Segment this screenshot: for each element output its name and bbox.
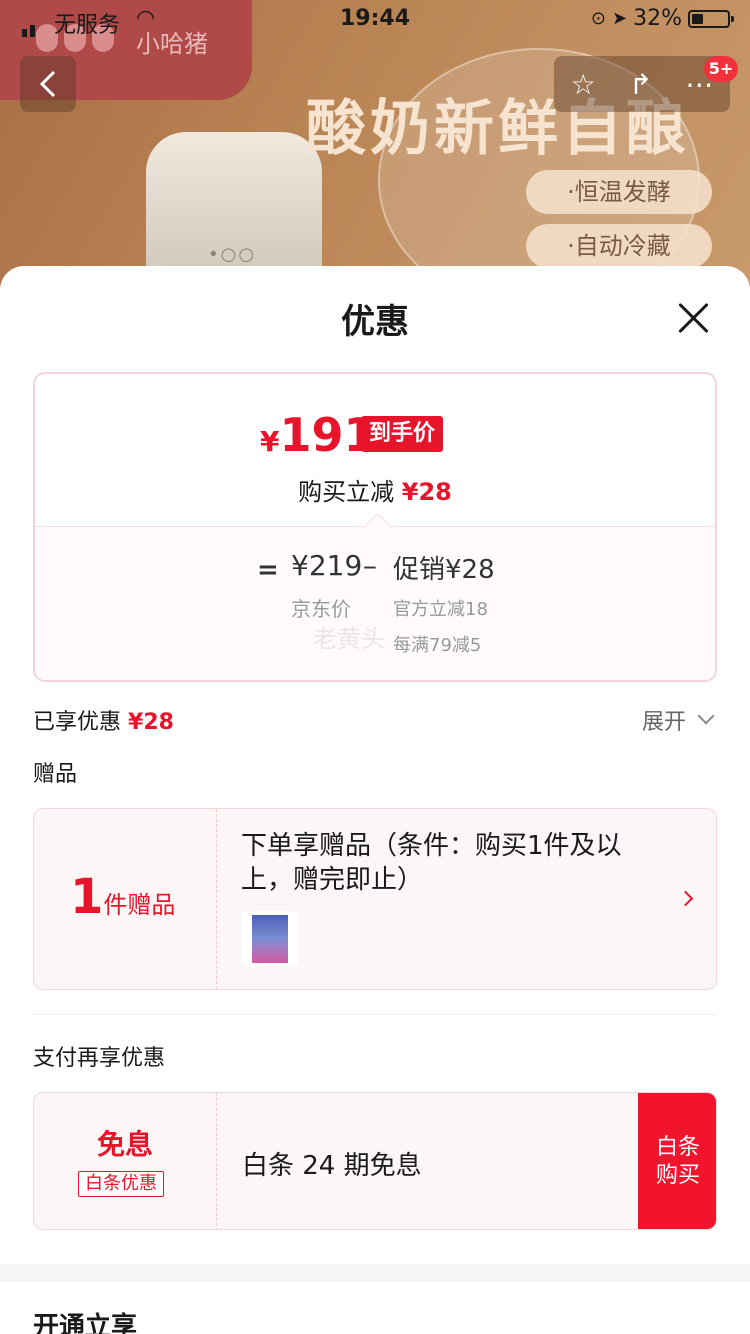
gift-count-unit: 件赠品 — [103, 891, 176, 919]
feature-pill: ·恒温发酵 — [526, 170, 712, 214]
payment-badge-panel: 免息 白条优惠 — [34, 1093, 217, 1229]
baitiao-tag: 白条优惠 — [78, 1171, 164, 1197]
sheet-title: 优惠 — [341, 302, 409, 342]
baitiao-buy-label: 白条 购买 — [655, 1135, 700, 1188]
feature-pill: ·自动冷藏 — [526, 224, 712, 268]
watermark: 老黄头 — [313, 625, 385, 653]
location-icon: ➤ — [612, 8, 628, 29]
final-price: ¥191 — [260, 408, 376, 462]
interest-free-label: 免息 — [96, 1128, 153, 1161]
baitiao-buy-button[interactable]: 白条 购买 — [638, 1093, 716, 1229]
reduce-label: 购买立减 — [298, 478, 395, 506]
enjoyed-discount: 已享优惠 ¥28 — [33, 704, 174, 736]
price-formula-section: = ¥219 – 促销¥28 京东价 官方立减18 每满79减5 老黄头 — [35, 526, 715, 680]
product-banner: 小哈猪 •○○ 酸奶新鲜自酿 ·恒温发酵 ·自动冷藏 — [0, 0, 750, 300]
gift-heading: 赠品 — [33, 762, 78, 787]
promo-amount: 促销¥28 — [393, 555, 495, 585]
close-icon[interactable] — [676, 300, 712, 336]
equals-sign: = — [257, 555, 279, 585]
expand-button[interactable]: 展开 — [642, 704, 686, 736]
jd-price: ¥219 — [291, 549, 363, 582]
jd-price-label: 京东价 — [291, 597, 351, 621]
status-right: ⊙ ➤ 32% — [590, 6, 734, 31]
gift-product-image[interactable] — [242, 911, 298, 967]
reduce-amount: ¥28 — [401, 478, 452, 506]
promo-detail: 官方立减18 — [393, 599, 488, 620]
orientation-lock-icon: ⊙ — [590, 8, 606, 29]
enjoyed-label: 已享优惠 — [33, 710, 122, 735]
final-price-tag: 到手价 — [361, 416, 444, 452]
final-price-section: ¥191 到手价 购买立减 ¥28 — [35, 374, 715, 526]
favorite-star-icon[interactable]: ☆ — [571, 68, 596, 101]
chevron-down-icon[interactable] — [697, 707, 715, 725]
section-gap — [0, 1264, 750, 1282]
gift-count-panel: 1件赠品 — [34, 809, 217, 989]
gift-description: 下单享赠品（条件：购买1件及以上，赠完即止） — [241, 831, 622, 895]
minus-sign: – — [363, 549, 377, 582]
payment-heading: 支付再享优惠 — [33, 1046, 166, 1071]
payment-offer-text: 白条 24 期免息 — [242, 1151, 422, 1181]
reduce-line: 购买立减 ¥28 — [35, 472, 715, 507]
back-button[interactable] — [20, 56, 76, 112]
currency-symbol: ¥ — [260, 425, 280, 458]
status-bar: 无服务 ◠ 19:44 ⊙ ➤ 32% — [0, 0, 750, 40]
gift-count-value: 1 — [70, 869, 104, 925]
discount-sheet: 优惠 ¥191 到手价 购买立减 ¥28 = ¥219 – 促销¥28 京东价 … — [0, 266, 750, 1334]
promo-detail: 每满79减5 — [393, 635, 482, 656]
price-breakdown-card: ¥191 到手价 购买立减 ¥28 = ¥219 – 促销¥28 京东价 官方立… — [33, 372, 717, 682]
yogurt-maker-logo-icon: •○○ — [208, 244, 257, 265]
gift-count: 1件赠品 — [70, 869, 175, 925]
message-count-badge: 5+ — [704, 56, 738, 82]
enjoyed-amount: ¥28 — [128, 710, 174, 735]
share-icon[interactable]: ↱ — [629, 68, 652, 101]
payment-offer-card: 免息 白条优惠 白条 24 期免息 白条 购买 — [33, 1092, 717, 1230]
chevron-right-icon[interactable] — [677, 890, 694, 907]
gift-card[interactable]: 1件赠品 下单享赠品（条件：购买1件及以上，赠完即止） — [33, 808, 717, 990]
next-section-title: 开通立享 — [33, 1312, 138, 1334]
divider — [33, 1014, 717, 1015]
battery-icon — [688, 9, 734, 28]
battery-percent: 32% — [633, 6, 682, 31]
chevron-left-icon — [39, 70, 56, 98]
